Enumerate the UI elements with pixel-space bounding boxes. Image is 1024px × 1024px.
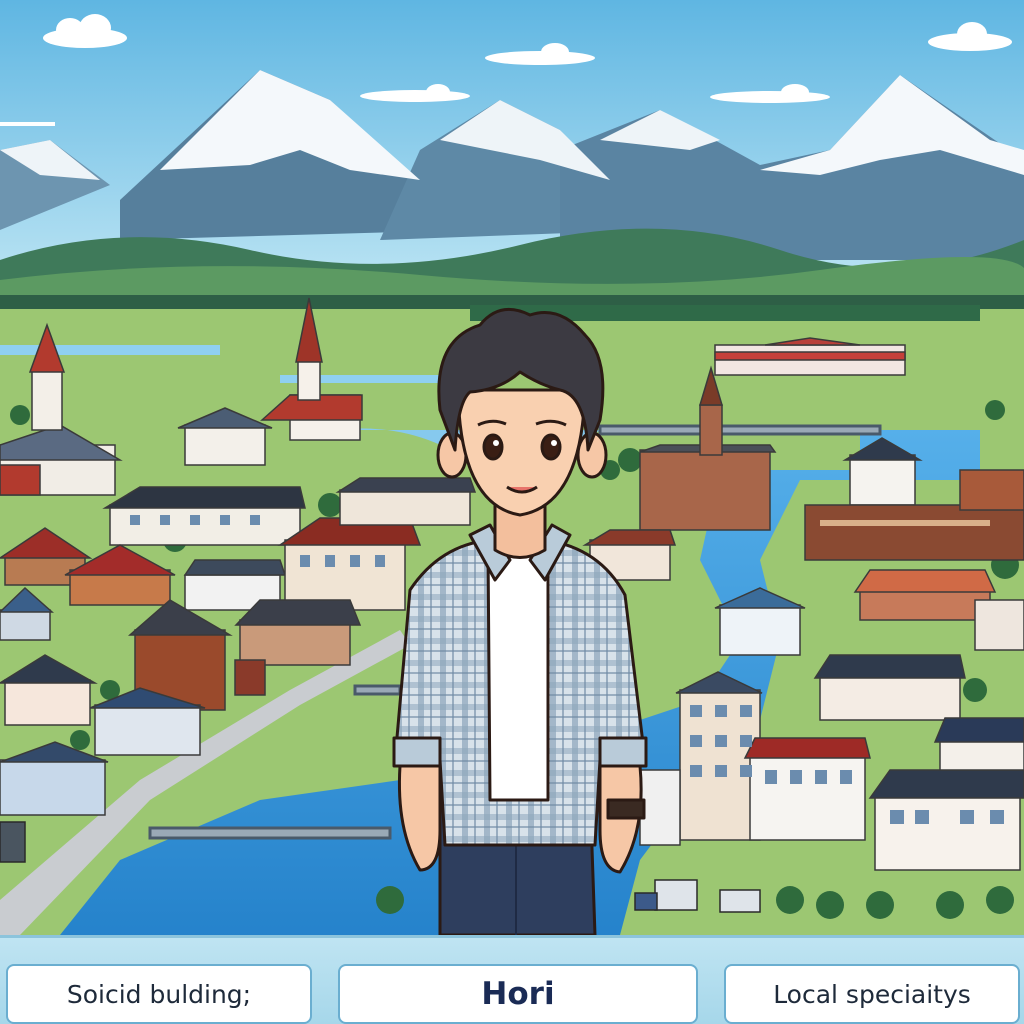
label-social-building-text: Soicid bulding; (66, 979, 252, 1009)
label-local-specialties: Local speciaitys (724, 964, 1020, 1024)
label-name-text: Hori (481, 976, 555, 1012)
label-social-building: Soicid bulding; (6, 964, 312, 1024)
illustration (0, 0, 1024, 935)
label-local-specialties-text: Local speciaitys (773, 979, 971, 1009)
label-name: Hori (338, 964, 698, 1024)
caption-bar: Soicid bulding; Hori Local speciaitys (0, 935, 1024, 1024)
